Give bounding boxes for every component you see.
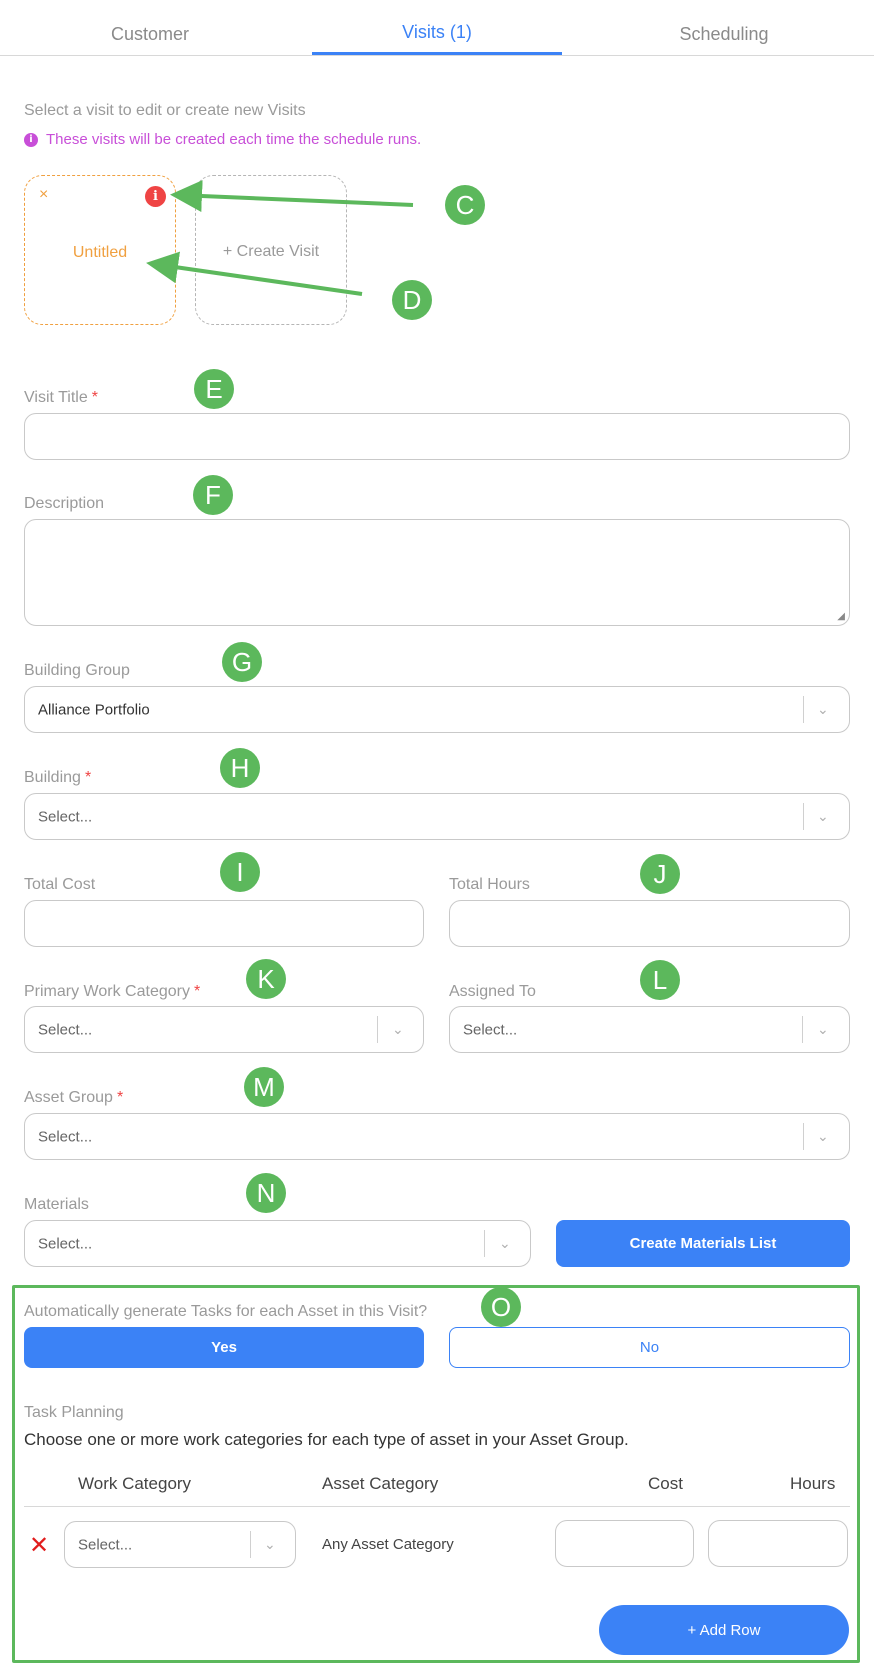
annotation-marker-j: J bbox=[640, 854, 680, 894]
annotation-marker-l: L bbox=[640, 960, 680, 1000]
annotation-marker-d: D bbox=[392, 280, 432, 320]
annotation-marker-m: M bbox=[244, 1067, 284, 1107]
arrow-c bbox=[170, 180, 414, 213]
annotation-marker-f: F bbox=[193, 475, 233, 515]
annotation-marker-g: G bbox=[222, 642, 262, 682]
annotation-marker-c: C bbox=[445, 185, 485, 225]
annotation-marker-h: H bbox=[220, 748, 260, 788]
annotation-marker-n: N bbox=[246, 1173, 286, 1213]
annotation-arrows bbox=[146, 180, 414, 296]
annotation-marker-k: K bbox=[246, 959, 286, 999]
arrow-d bbox=[146, 251, 363, 296]
annotation-marker-e: E bbox=[194, 369, 234, 409]
annotation-marker-o: O bbox=[481, 1287, 521, 1327]
annotation-marker-i: I bbox=[220, 852, 260, 892]
